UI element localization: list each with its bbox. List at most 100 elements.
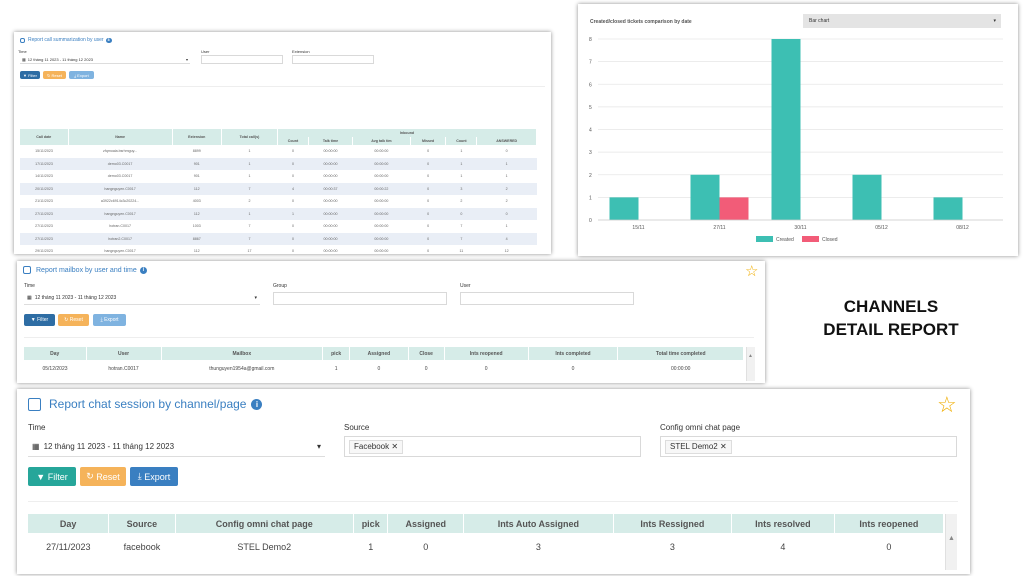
table-cell: 0 <box>445 207 477 220</box>
time-range-select[interactable]: ▦ 12 tháng 11 2023 - 11 tháng 12 2023 ▾ <box>28 437 325 457</box>
table-header: pick <box>322 347 351 360</box>
table-cell: 00:00:00 <box>308 157 353 170</box>
export-button[interactable]: ⤓ Export <box>93 314 126 326</box>
reset-button[interactable]: ↻ Reset <box>43 71 66 79</box>
chat-session-title: Report chat session by channel/page <box>49 397 247 411</box>
table-scrollbar[interactable]: ▲ <box>945 514 957 570</box>
table-cell: 1 <box>505 224 508 229</box>
table-cell: 0 <box>291 174 294 179</box>
table-row: 29/11/2023 hangnguyen.C0017 112 17 0 00:00:00… <box>20 245 537 254</box>
source-select[interactable]: Facebook ✕ <box>344 436 641 457</box>
star-icon[interactable]: ☆ <box>937 394 957 416</box>
reset-icon: ↻ <box>86 471 94 481</box>
y-tick-label: 0 <box>589 218 592 224</box>
table-cell: hangnguyen.C0017 <box>104 249 136 254</box>
time-label: Time <box>28 423 46 432</box>
filter-icon: ▼ <box>36 471 46 482</box>
table-cell: 0 <box>277 157 309 170</box>
user-input[interactable] <box>460 292 634 305</box>
table-cell: 0 <box>571 365 575 372</box>
table-cell: 4 <box>476 232 537 245</box>
table-header: Talk time <box>308 137 354 145</box>
table-scrollbar[interactable]: ▲ <box>746 347 755 381</box>
table-cell: 27/11/2023 <box>20 232 69 245</box>
export-button[interactable]: ⤓ Export <box>69 71 94 79</box>
legend-swatch-created <box>756 236 773 242</box>
table-row: 27/11/2023 hotran2.C0017 8867 7 0 00:00:00 00:… <box>20 232 537 245</box>
y-tick-label: 1 <box>589 195 592 201</box>
divider <box>28 501 958 502</box>
table-cell: 0 <box>410 157 446 170</box>
table-cell: 112 <box>172 182 222 195</box>
chevron-down-icon: ▾ <box>316 442 321 451</box>
table-cell: 0 <box>377 365 381 372</box>
time-range-select[interactable]: ▦ 12 tháng 11 2023 - 11 tháng 12 2023 ▾ <box>24 292 260 305</box>
table-header: Missed <box>410 137 447 145</box>
table-cell: STEL Demo2 <box>237 541 292 552</box>
time-range-select[interactable]: ▦ 12 tháng 11 2023 - 11 tháng 12 2023 ▾ <box>20 55 190 64</box>
filter-icon: ▼ <box>30 317 36 323</box>
table-cell: 7 <box>248 224 251 229</box>
table-cell: 0 <box>427 224 430 229</box>
extension-input[interactable] <box>292 55 374 64</box>
x-tick-label: 27/11 <box>713 225 725 231</box>
table-row: 27/11/2023 hotran.C0017 1003 7 0 00:00:00 00:0… <box>20 220 537 233</box>
table-cell: 05/12/2023 <box>42 365 68 372</box>
table-header: Day <box>28 514 110 533</box>
table-cell: 4003 <box>192 199 201 204</box>
close-icon[interactable]: ✕ <box>391 442 398 451</box>
table-cell: 3 <box>445 182 477 195</box>
call-summary-panel: Report call summarization by user 8 Time… <box>14 32 551 254</box>
divider <box>20 86 545 87</box>
table-cell: 8899 <box>192 149 201 154</box>
filter-button[interactable]: ▼ Filter <box>24 314 55 326</box>
table-cell: 2 <box>505 199 508 204</box>
filter-button[interactable]: ▼ Filter <box>20 71 40 79</box>
table-header: Close <box>408 347 445 360</box>
user-input[interactable] <box>201 55 283 64</box>
table-row: 14/11/2023 demo03.C0017 901 1 0 00:00:00 00:00… <box>20 170 537 183</box>
table-cell: 1 <box>460 149 463 154</box>
bar-chart: 0 1 2 3 4 5 6 7 8 15/11 27/11 30/11 05/12 08/12 Create… <box>589 37 1003 243</box>
table-row: 27/11/2023 facebook STEL Demo2 1 0 3 3 4 0 <box>28 533 944 560</box>
reset-icon: ↻ <box>64 317 69 323</box>
table-cell: 12 <box>504 249 509 254</box>
table-cell: thunguyen1954a@gmail.com <box>209 365 275 372</box>
mailbox-header: Report mailbox by user and time i <box>23 266 147 274</box>
table-header: Ints reopened <box>834 514 945 533</box>
chat-session-table: Day Source Config omni chat page pick Assign… <box>28 514 945 560</box>
table-cell: 27/11/2023 <box>35 224 53 229</box>
chevron-down-icon: ▾ <box>185 56 188 62</box>
table-header: Call date <box>20 129 69 145</box>
time-range-value: 12 tháng 11 2023 - 11 tháng 12 2023 <box>43 442 175 451</box>
star-icon[interactable]: ☆ <box>745 264 758 279</box>
table-cell: 1 <box>460 174 463 179</box>
table-cell: 00:00:00 <box>323 199 338 204</box>
scroll-up-icon: ▲ <box>948 535 955 542</box>
reset-button[interactable]: ↻ Reset <box>80 467 126 486</box>
table-cell: 2 <box>476 182 537 195</box>
bar-created <box>609 197 639 220</box>
table-cell: 2 <box>460 199 463 204</box>
config-select[interactable]: STEL Demo2 ✕ <box>660 436 957 457</box>
close-icon[interactable]: ✕ <box>720 442 727 451</box>
table-header: Assigned <box>387 514 464 533</box>
config-label: Config omni chat page <box>660 423 741 432</box>
filter-button[interactable]: ▼ Filter <box>28 467 76 486</box>
table-cell: 21/11/2023 <box>35 199 53 204</box>
table-cell: 15/11/2023 <box>35 149 53 154</box>
group-input[interactable] <box>273 292 447 305</box>
reset-button[interactable]: ↻ Reset <box>58 314 89 326</box>
y-tick-label: 4 <box>589 128 592 134</box>
call-summary-header: Report call summarization by user 8 <box>20 37 112 43</box>
report-icon <box>20 37 25 43</box>
y-tick-label: 2 <box>589 173 592 179</box>
table-cell: 00:00:37 <box>308 182 353 195</box>
export-button[interactable]: ⤓ Export <box>130 467 178 486</box>
table-header: Ints completed <box>528 347 619 360</box>
table-cell: 00:00:00 <box>323 224 338 229</box>
config-tag: STEL Demo2 ✕ <box>665 439 732 454</box>
table-cell: 11 <box>459 249 464 254</box>
table-cell: 901 <box>172 157 222 170</box>
table-cell: 00:00:00 <box>670 365 691 372</box>
